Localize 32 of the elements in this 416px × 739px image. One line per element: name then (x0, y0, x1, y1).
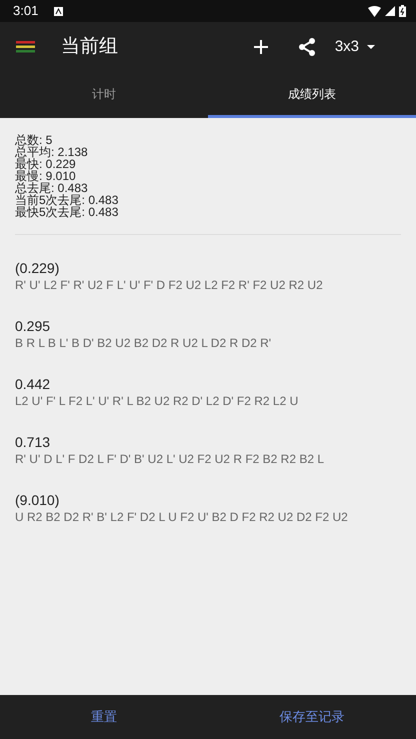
stat-line: 最快5次去尾: 0.483 (15, 206, 120, 218)
caret-icon (367, 45, 375, 49)
scramble-text: R' U' L2 F' R' U2 F L' U' F' D F2 U2 L2 F2 R' F2 U2 R2 U2 (15, 277, 324, 293)
menu-icon[interactable] (16, 41, 35, 53)
signal-icon (385, 6, 395, 16)
action-button[interactable]: 重置 (0, 695, 208, 739)
action-button[interactable]: 保存至记录 (208, 695, 416, 739)
result-time: 0.713 (15, 433, 52, 451)
wifi-icon (368, 6, 381, 16)
stat-line: 最慢: 9.010 (15, 170, 77, 182)
tab[interactable]: 计时 (0, 72, 208, 118)
stat-line: 最快: 0.229 (15, 158, 77, 170)
stat-line: 当前5次去尾: 0.483 (15, 194, 120, 206)
scramble-text: R' U' D L' F D2 L F' D' B' U2 L' U2 F2 U2 R F2 B2 R2 B2 L (15, 451, 326, 467)
battery-icon (399, 5, 406, 17)
stat-line: 总数: 5 (15, 134, 54, 146)
scramble-text: L2 U' F' L F2 L' U' R' L B2 U2 R2 D' L2 D' F2 R2 L2 U (15, 393, 300, 409)
puzzle-dropdown[interactable]: 3x3 (334, 36, 375, 58)
scramble-text: B R L B L' B D' B2 U2 B2 D2 R U2 L D2 R D2 R' (15, 335, 272, 351)
scramble-text: U R2 B2 D2 R' B' L2 F' D2 L U F2 U' B2 D F2 R2 U2 D2 F2 U2 (15, 509, 349, 525)
status-time: 3:01 (13, 2, 38, 20)
share-icon[interactable] (298, 38, 316, 56)
add-icon[interactable] (254, 40, 268, 54)
stat-line: 总去尾: 0.483 (15, 182, 89, 194)
stat-line: 总平均: 2.138 (15, 146, 89, 158)
result-time: 0.295 (15, 317, 52, 335)
tab[interactable]: 成绩列表 (208, 72, 416, 118)
toolbar-title: 当前组 (61, 34, 118, 59)
notification-icon (54, 6, 64, 16)
result-time: (0.229) (15, 259, 60, 277)
result-time: 0.442 (15, 375, 52, 393)
result-time: (9.010) (15, 491, 60, 509)
